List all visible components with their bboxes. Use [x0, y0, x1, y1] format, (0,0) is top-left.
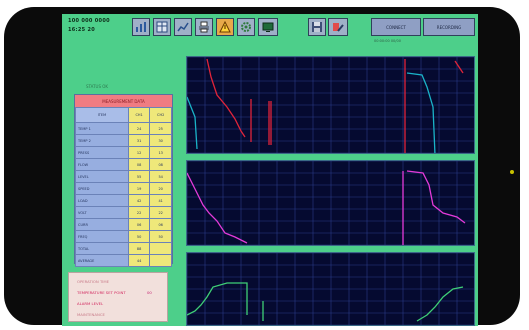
table-row: PRESS 12 13 — [75, 146, 172, 159]
row-label: TOTAL — [75, 242, 129, 255]
trend-graph-lower — [186, 252, 475, 326]
cell-value: 12 — [127, 146, 151, 159]
table-row: LEVEL 55 54 — [75, 170, 172, 183]
chart-view-button[interactable] — [132, 18, 150, 36]
table-row: AVERAGE 44 — [75, 254, 172, 267]
measurement-table: ITEM CH1 CH2 TEMP 1 24 25 TEMP 2 31 30 PRESS 12… — [75, 107, 172, 267]
cell-value: 88 — [127, 242, 151, 255]
chart-icon — [136, 22, 146, 32]
trace-magenta — [187, 172, 248, 244]
table-row: LOAD 42 41 — [75, 194, 172, 207]
row-label: LOAD — [75, 194, 129, 207]
table-view-button[interactable] — [153, 18, 171, 36]
cell-value — [149, 242, 172, 255]
settings-button[interactable] — [237, 18, 255, 36]
clock-time: 16:25 20 — [68, 27, 96, 33]
column-header: CH2 — [149, 107, 172, 123]
alarm-button[interactable] — [216, 18, 234, 36]
measurement-panel: MEASUREMENT DATA ITEM CH1 CH2 TEMP 1 24 25… — [74, 94, 173, 267]
disk-icon — [312, 22, 322, 32]
status-line: 00:00:00 00/00 — [374, 39, 401, 43]
trace-red — [454, 60, 464, 74]
cell-value: 13 — [149, 146, 172, 159]
info-line: ALARM LEVEL — [77, 301, 104, 306]
table-header-row: ITEM CH1 CH2 — [75, 107, 172, 123]
cell-value: 55 — [127, 170, 151, 183]
row-label: AVERAGE — [75, 254, 129, 267]
table-row: CURR 06 06 — [75, 218, 172, 231]
connect-mode-button[interactable]: CONNECT — [371, 18, 421, 36]
column-header: CH1 — [127, 107, 151, 123]
table-row: FREQ 50 50 — [75, 230, 172, 243]
cell-value: 06 — [149, 218, 172, 231]
cell-value: 42 — [127, 194, 151, 207]
row-label: VOLT — [75, 206, 129, 219]
cell-value: 54 — [149, 170, 172, 183]
cell-value — [149, 254, 172, 267]
table-row: SPEED 19 20 — [75, 182, 172, 195]
monitor-screen: 100 000 0000 16:25 20 CONNECT RECORDING … — [62, 14, 478, 326]
cell-value: 41 — [149, 194, 172, 207]
warning-icon — [219, 21, 231, 33]
trend-icon — [177, 22, 189, 32]
row-label: FLOW — [75, 158, 129, 171]
table-icon — [156, 21, 168, 33]
cell-value: 44 — [127, 254, 151, 267]
cell-value: 50 — [149, 230, 172, 243]
info-value: 00 — [147, 290, 152, 295]
camera-indicator — [510, 170, 514, 174]
cell-value: 25 — [149, 122, 172, 135]
printer-icon — [199, 21, 209, 33]
table-row: TEMP 1 24 25 — [75, 122, 172, 135]
table-row: TOTAL 88 — [75, 242, 172, 255]
wrench-icon — [333, 23, 344, 32]
panel-title: MEASUREMENT DATA — [75, 95, 172, 107]
row-label: TEMP 1 — [75, 122, 129, 135]
screen-button[interactable] — [258, 18, 278, 36]
cell-value: 08 — [149, 158, 172, 171]
row-label: LEVEL — [75, 170, 129, 183]
row-label: CURR — [75, 218, 129, 231]
print-button[interactable] — [195, 18, 213, 36]
save-button[interactable] — [308, 18, 326, 36]
graph-canvas — [187, 161, 474, 245]
trace-red — [206, 58, 246, 138]
monitor-icon — [262, 22, 274, 32]
cell-value: 22 — [149, 206, 172, 219]
cell-value: 08 — [127, 158, 151, 171]
trace-green — [187, 282, 248, 316]
trend-view-button[interactable] — [174, 18, 192, 36]
trend-graph-middle — [186, 160, 475, 246]
table-row: FLOW 08 08 — [75, 158, 172, 171]
info-line: OPERATION TIME — [77, 279, 110, 284]
trend-graph-upper — [186, 56, 475, 154]
trace-green — [416, 286, 464, 322]
row-label: SPEED — [75, 182, 129, 195]
info-line: TEMPERATURE SET POINT — [77, 290, 126, 295]
recording-mode-button[interactable]: RECORDING — [423, 18, 475, 36]
row-label: PRESS — [75, 146, 129, 159]
cell-value: 31 — [127, 134, 151, 147]
graph-canvas — [187, 57, 474, 153]
info-line: MAINTENANCE — [77, 312, 105, 317]
cell-value: 19 — [127, 182, 151, 195]
graph-canvas — [187, 253, 474, 325]
cell-value: 22 — [127, 206, 151, 219]
table-row: VOLT 22 22 — [75, 206, 172, 219]
side-caption: STATUS OK — [86, 84, 109, 89]
row-label: TEMP 2 — [75, 134, 129, 147]
cell-value: 06 — [127, 218, 151, 231]
column-header: ITEM — [75, 107, 129, 123]
clock-date: 100 000 0000 — [68, 18, 110, 24]
cell-value: 24 — [127, 122, 151, 135]
cell-value: 50 — [127, 230, 151, 243]
table-row: TEMP 2 31 30 — [75, 134, 172, 147]
tools-button[interactable] — [328, 18, 348, 36]
info-box: OPERATION TIME TEMPERATURE SET POINT 00 … — [68, 272, 168, 322]
row-label: FREQ — [75, 230, 129, 243]
cell-value: 30 — [149, 134, 172, 147]
gear-icon — [241, 22, 251, 32]
cell-value: 20 — [149, 182, 172, 195]
